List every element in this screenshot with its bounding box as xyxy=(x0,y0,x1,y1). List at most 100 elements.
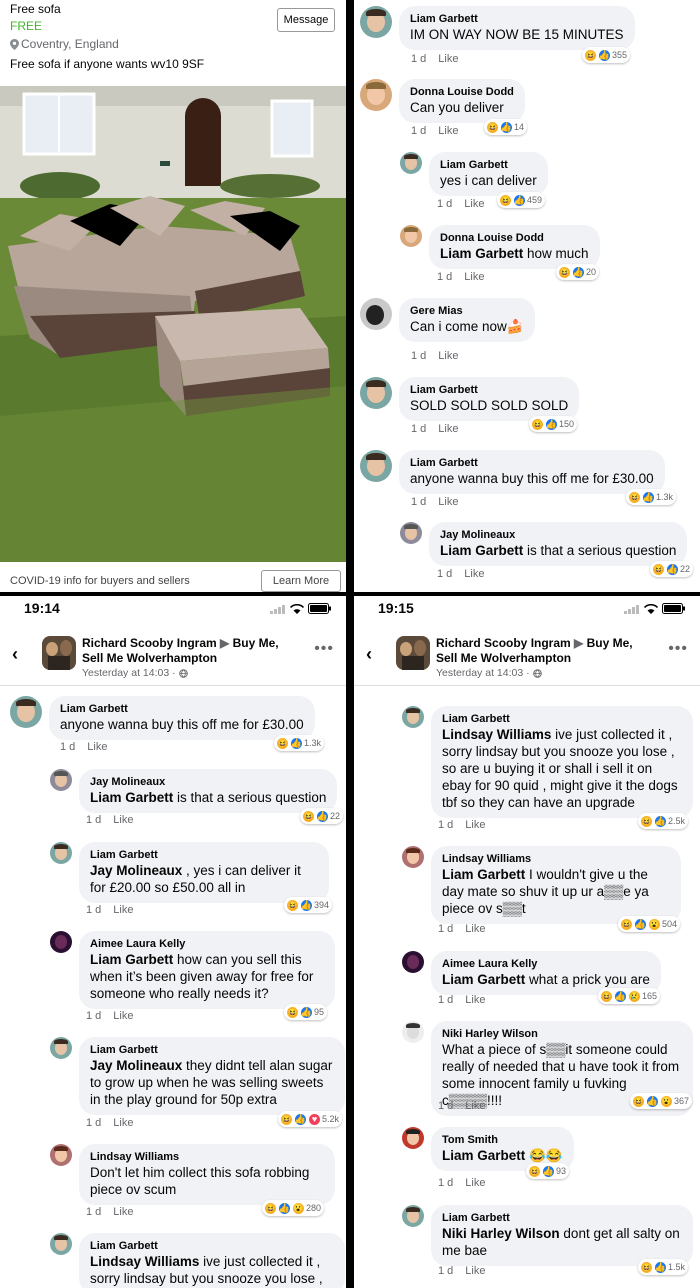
mention-tag[interactable]: Liam Garbett xyxy=(442,1148,525,1163)
avatar[interactable] xyxy=(402,1021,424,1043)
reaction-count[interactable]: 😆 👍 1.3k xyxy=(626,489,677,505)
group-avatar[interactable] xyxy=(396,636,430,670)
commenter-name[interactable]: Liam Garbett xyxy=(410,383,568,397)
commenter-name[interactable]: Liam Garbett xyxy=(90,848,318,862)
avatar[interactable] xyxy=(50,1144,72,1166)
reaction-count[interactable]: 😆 👍 2.5k xyxy=(638,813,689,829)
avatar[interactable] xyxy=(402,951,424,973)
mention-tag[interactable]: Lindsay Williams xyxy=(90,1254,199,1269)
like-link[interactable]: Like xyxy=(87,741,107,753)
mention-tag[interactable]: Liam Garbett xyxy=(90,952,173,967)
like-link[interactable]: Like xyxy=(113,1117,133,1129)
avatar[interactable] xyxy=(402,706,424,728)
sofa-photo[interactable] xyxy=(0,86,346,562)
reaction-count[interactable]: 😆 👍 459 xyxy=(497,192,546,208)
like-link[interactable]: Like xyxy=(465,819,485,831)
mention-tag[interactable]: Lindsay Williams xyxy=(442,727,551,742)
avatar[interactable] xyxy=(400,225,422,247)
reaction-count[interactable]: 😆 👍 150 xyxy=(529,416,578,432)
commenter-name[interactable]: Liam Garbett xyxy=(410,456,654,470)
poster-name[interactable]: Richard Scooby Ingram xyxy=(436,636,571,650)
commenter-name[interactable]: Liam Garbett xyxy=(90,1043,334,1057)
commenter-name[interactable]: Niki Harley Wilson xyxy=(442,1027,682,1041)
reaction-count[interactable]: 😆 👍 ♥ 5.2k xyxy=(278,1111,343,1127)
learn-more-button[interactable]: Learn More xyxy=(261,570,341,592)
avatar[interactable] xyxy=(360,450,392,482)
commenter-name[interactable]: Lindsay Williams xyxy=(90,1150,324,1164)
avatar[interactable] xyxy=(50,1233,72,1255)
like-link[interactable]: Like xyxy=(113,814,133,826)
reaction-count[interactable]: 😆 👍 22 xyxy=(650,561,694,577)
reaction-count[interactable]: 😆 👍 😢 165 xyxy=(598,988,661,1004)
like-link[interactable]: Like xyxy=(464,568,484,580)
reaction-count[interactable]: 😆 👍 😮 504 xyxy=(618,916,681,932)
more-options-icon[interactable]: ••• xyxy=(668,640,688,658)
mention-tag[interactable]: Liam Garbett xyxy=(440,246,523,261)
like-link[interactable]: Like xyxy=(438,125,458,137)
like-link[interactable]: Like xyxy=(465,1265,485,1277)
like-link[interactable]: Like xyxy=(465,994,485,1006)
avatar[interactable] xyxy=(50,1037,72,1059)
mention-tag[interactable]: Liam Garbett xyxy=(442,867,525,882)
reaction-count[interactable]: 😆 👍 😮 280 xyxy=(262,1200,325,1216)
commenter-name[interactable]: Liam Garbett xyxy=(442,712,682,726)
timestamp-text[interactable]: Yesterday at 14:03 · xyxy=(82,667,176,679)
group-name-2[interactable]: Sell Me Wolverhampton xyxy=(82,651,217,665)
commenter-name[interactable]: Aimee Laura Kelly xyxy=(442,957,650,971)
commenter-name[interactable]: Liam Garbett xyxy=(60,702,304,716)
mention-tag[interactable]: Liam Garbett xyxy=(90,790,173,805)
commenter-name[interactable]: Liam Garbett xyxy=(442,1211,682,1225)
like-link[interactable]: Like xyxy=(113,1206,133,1218)
mention-tag[interactable]: Liam Garbett xyxy=(440,543,523,558)
avatar[interactable] xyxy=(360,6,392,38)
like-link[interactable]: Like xyxy=(464,198,484,210)
like-link[interactable]: Like xyxy=(438,53,458,65)
commenter-name[interactable]: Liam Garbett xyxy=(440,158,537,172)
avatar[interactable] xyxy=(400,152,422,174)
back-chevron-icon[interactable]: ‹ xyxy=(366,644,372,665)
more-options-icon[interactable]: ••• xyxy=(314,640,334,658)
avatar[interactable] xyxy=(50,931,72,953)
reaction-count[interactable]: 😆 👍 1.3k xyxy=(274,735,325,751)
poster-name[interactable]: Richard Scooby Ingram xyxy=(82,636,217,650)
group-name-1[interactable]: Buy Me, xyxy=(587,636,633,650)
commenter-name[interactable]: Liam Garbett xyxy=(90,1239,334,1253)
mention-tag[interactable]: Niki Harley Wilson xyxy=(442,1226,560,1241)
group-avatar[interactable] xyxy=(42,636,76,670)
avatar[interactable] xyxy=(400,522,422,544)
reaction-count[interactable]: 😆 👍 22 xyxy=(300,808,344,824)
avatar[interactable] xyxy=(402,1205,424,1227)
like-link[interactable]: Like xyxy=(465,1100,485,1112)
avatar[interactable] xyxy=(360,298,392,330)
timestamp-text[interactable]: Yesterday at 14:03 · xyxy=(436,667,530,679)
avatar[interactable] xyxy=(50,842,72,864)
avatar[interactable] xyxy=(402,846,424,868)
group-name-2[interactable]: Sell Me Wolverhampton xyxy=(436,651,571,665)
avatar[interactable] xyxy=(360,377,392,409)
reaction-count[interactable]: 😆 👍 394 xyxy=(284,897,333,913)
like-link[interactable]: Like xyxy=(465,1177,485,1189)
commenter-name[interactable]: Liam Garbett xyxy=(410,12,624,26)
commenter-name[interactable]: Aimee Laura Kelly xyxy=(90,937,324,951)
reaction-count[interactable]: 😆 👍 20 xyxy=(556,264,600,280)
reaction-count[interactable]: 😆 👍 95 xyxy=(284,1004,328,1020)
group-name-1[interactable]: Buy Me, xyxy=(233,636,279,650)
avatar[interactable] xyxy=(360,79,392,111)
mention-tag[interactable]: Jay Molineaux xyxy=(90,1058,182,1073)
like-link[interactable]: Like xyxy=(465,923,485,935)
commenter-name[interactable]: Jay Molineaux xyxy=(440,528,676,542)
mention-tag[interactable]: Liam Garbett xyxy=(442,972,525,987)
commenter-name[interactable]: Gere Mias xyxy=(410,304,524,318)
like-link[interactable]: Like xyxy=(438,423,458,435)
message-button[interactable]: Message xyxy=(277,8,335,32)
commenter-name[interactable]: Donna Louise Dodd xyxy=(440,231,589,245)
commenter-name[interactable]: Tom Smith xyxy=(442,1133,563,1147)
like-link[interactable]: Like xyxy=(113,904,133,916)
commenter-name[interactable]: Jay Molineaux xyxy=(90,775,326,789)
like-link[interactable]: Like xyxy=(438,496,458,508)
avatar[interactable] xyxy=(10,696,42,728)
reaction-count[interactable]: 😆 👍 14 xyxy=(484,119,528,135)
avatar[interactable] xyxy=(50,769,72,791)
like-link[interactable]: Like xyxy=(464,271,484,283)
like-link[interactable]: Like xyxy=(113,1010,133,1022)
